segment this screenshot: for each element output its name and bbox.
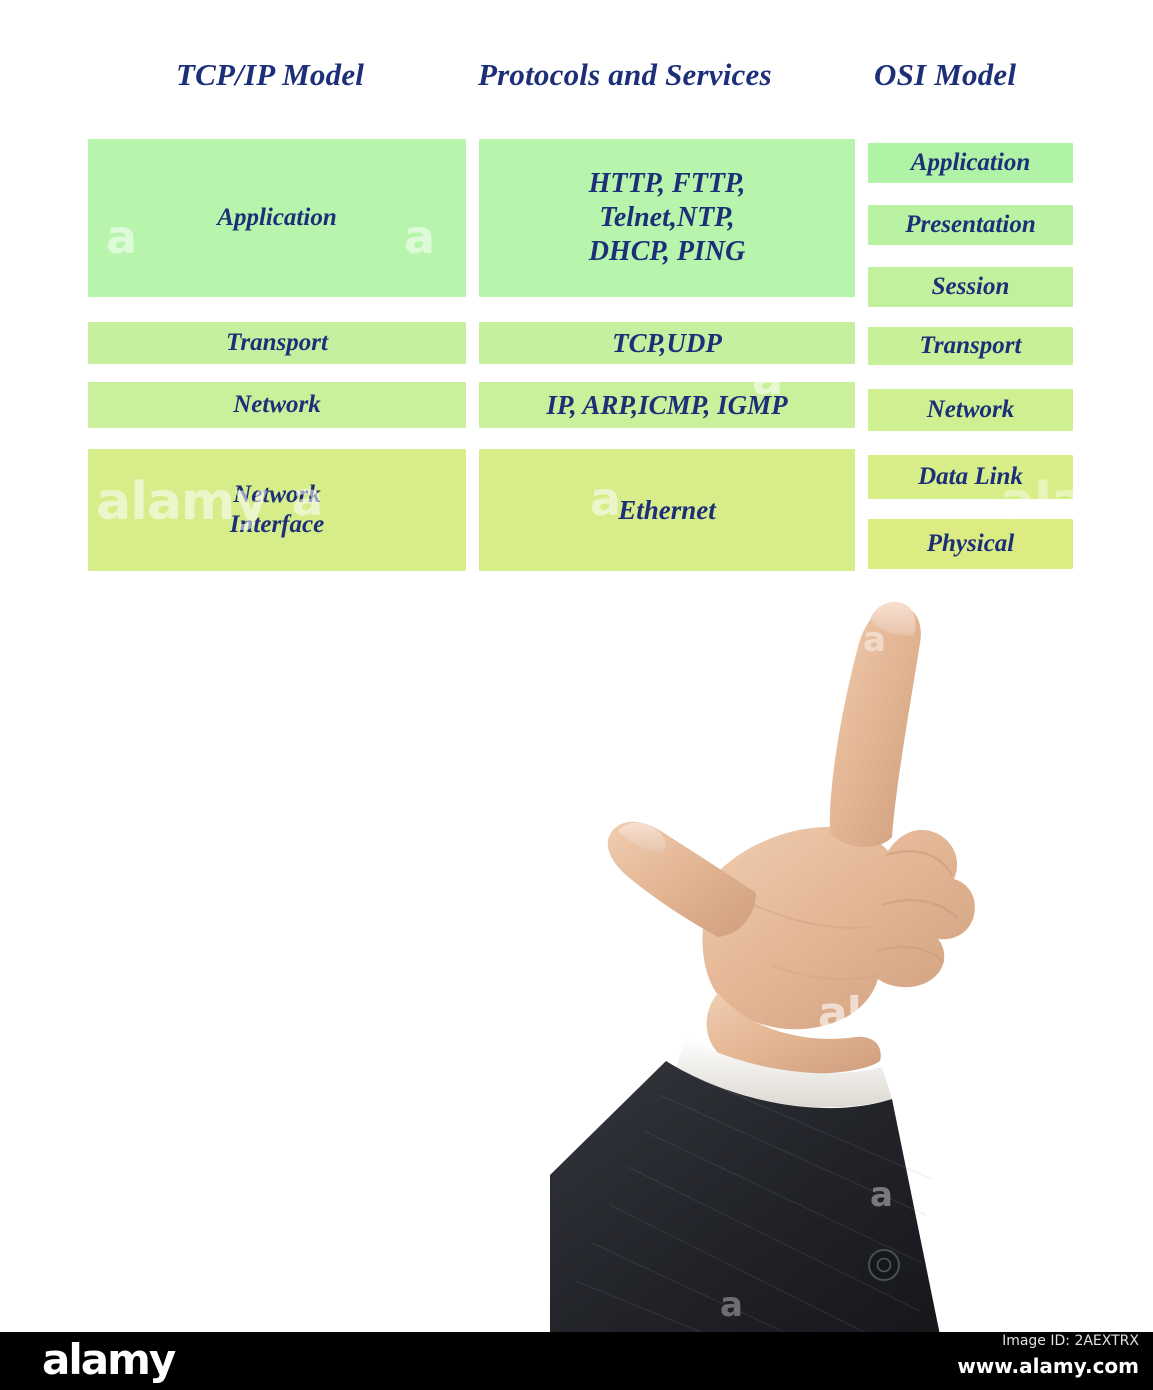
tcpip-layer-network: Network	[88, 382, 466, 428]
tcpip-layer-network-interface: Network Interface	[88, 449, 466, 571]
index-finger	[829, 605, 921, 848]
tcpip-layer-transport: Transport	[88, 322, 466, 364]
protocols-network-interface: Ethernet	[479, 449, 855, 571]
osi-layer-data-link: Data Link	[868, 455, 1073, 499]
image-id-label: Image ID: 2AEXTRX	[1002, 1333, 1139, 1349]
suit-button	[868, 1249, 900, 1281]
alamy-logo: alamy	[42, 1335, 176, 1384]
osi-layer-presentation-label: Presentation	[905, 210, 1036, 238]
tcpip-layer-transport-label: Transport	[226, 328, 328, 356]
osi-layer-transport: Transport	[868, 327, 1073, 365]
osi-layer-session-label: Session	[931, 272, 1010, 300]
column-header-protocols: Protocols and Services	[478, 57, 772, 92]
tcpip-layer-network-interface-label-line1: Network	[233, 480, 321, 508]
osi-layer-network: Network	[868, 389, 1073, 431]
osi-layer-data-link-label: Data Link	[918, 462, 1023, 490]
protocols-application-line2: Telnet,NTP,	[599, 201, 735, 233]
footer-bar: alamy Image ID: 2AEXTRX www.alamy.com	[0, 1332, 1153, 1390]
pointing-hand-illustration	[540, 575, 1000, 1335]
column-header-tcpip: TCP/IP Model	[176, 57, 365, 92]
protocols-transport-label: TCP,UDP	[612, 327, 722, 358]
osi-layer-transport-label: Transport	[919, 331, 1022, 359]
protocols-network-label: IP, ARP,ICMP, IGMP	[546, 389, 788, 420]
protocols-transport: TCP,UDP	[479, 322, 855, 364]
osi-layer-physical: Physical	[868, 519, 1073, 569]
column-header-osi: OSI Model	[874, 57, 1017, 92]
alamy-url[interactable]: www.alamy.com	[957, 1354, 1139, 1378]
osi-layer-session: Session	[868, 267, 1073, 307]
tcpip-layer-application-label: Application	[217, 203, 337, 231]
protocols-application: HTTP, FTTP, Telnet,NTP, DHCP, PING	[479, 139, 855, 297]
protocols-application-line3: DHCP, PING	[588, 236, 746, 268]
protocols-network-interface-label: Ethernet	[618, 494, 716, 525]
protocols-network: IP, ARP,ICMP, IGMP	[479, 382, 855, 428]
tcpip-layer-application: Application	[88, 139, 466, 297]
tcpip-layer-network-interface-label-line2: Interface	[229, 511, 325, 538]
osi-layer-network-label: Network	[926, 395, 1015, 423]
osi-layer-presentation: Presentation	[868, 205, 1073, 245]
osi-layer-application: Application	[868, 143, 1073, 183]
diagram-canvas: TCP/IP Model Protocols and Services OSI …	[0, 0, 1153, 1390]
tcpip-layer-network-label: Network	[233, 390, 321, 418]
osi-layer-application-label: Application	[910, 148, 1031, 176]
osi-layer-physical-label: Physical	[926, 529, 1015, 557]
protocols-application-line1: HTTP, FTTP,	[588, 167, 746, 199]
